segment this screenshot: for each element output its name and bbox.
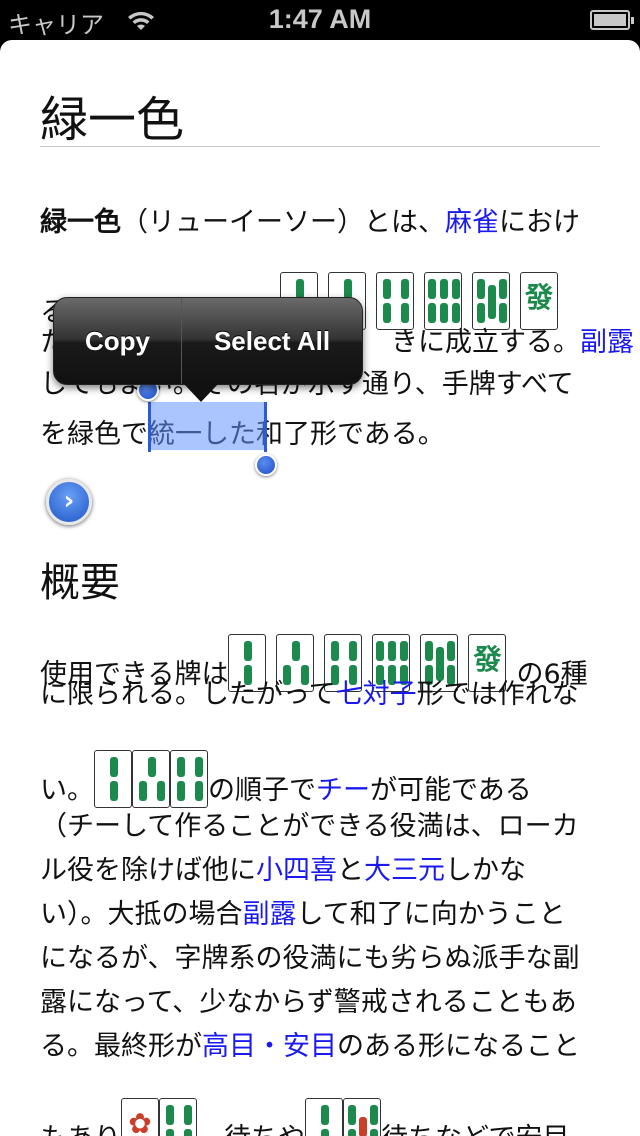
text-run: に限られる。したがって bbox=[40, 679, 336, 710]
edit-menu: Copy Select All bbox=[53, 297, 363, 385]
text-run: 露になって、少なからず警戒されることもあ bbox=[40, 987, 577, 1018]
article-link[interactable]: 副露 bbox=[243, 898, 297, 932]
text-selection bbox=[150, 402, 266, 450]
title-divider bbox=[40, 146, 600, 147]
mahjong-tile-2s bbox=[94, 750, 132, 808]
text-run: と bbox=[337, 855, 364, 886]
mahjong-tile-6s bbox=[424, 272, 463, 330]
text-run: のある形になること bbox=[337, 1031, 580, 1062]
mahjong-tile-2s bbox=[305, 1098, 343, 1136]
text-run: になるが、字牌系の役満にも劣らぬ派手な副 bbox=[40, 943, 580, 974]
article-link[interactable]: 副露 bbox=[580, 326, 634, 360]
paragraph-line: になるが、字牌系の役満にも劣らぬ派手な副 bbox=[40, 942, 579, 976]
text-run: （リューイーソー）とは、 bbox=[121, 207, 445, 238]
text-run: る。最終形が bbox=[40, 1031, 202, 1062]
paragraph-line: る。最終形が 高目・安目 のある形になること bbox=[40, 1030, 580, 1064]
paragraph-line: 露になって、少なからず警戒されることもあ bbox=[40, 986, 577, 1020]
selection-end-caret bbox=[264, 402, 267, 452]
text-run: しかな bbox=[445, 855, 526, 886]
text-run: の順子で bbox=[208, 775, 316, 806]
text-run: 緑一色 bbox=[40, 207, 121, 238]
paragraph-line: に限られる。したがって 七対子 形では作れな bbox=[40, 678, 579, 712]
text-run: 待ちなどで安目 bbox=[381, 1122, 569, 1136]
paragraph-line: 緑一色 （リューイーソー）とは、 麻雀 におけ bbox=[40, 206, 580, 240]
text-run: ル役を除けば他に bbox=[40, 855, 256, 886]
selection-end-handle[interactable] bbox=[255, 454, 277, 476]
article-link[interactable]: 小四喜 bbox=[256, 854, 337, 888]
text-run: して和了に向かうこと bbox=[296, 899, 566, 930]
copy-button[interactable]: Copy bbox=[54, 298, 181, 384]
section-heading: 概要 bbox=[40, 560, 120, 606]
mahjong-tile-3s bbox=[132, 750, 170, 808]
article-link[interactable]: 七対子 bbox=[336, 678, 417, 712]
text-run: におけ bbox=[499, 207, 580, 238]
mahjong-tile-1s: ✿ bbox=[121, 1098, 159, 1136]
mahjong-tile-4s bbox=[170, 750, 208, 808]
article-link[interactable]: チー bbox=[316, 774, 370, 808]
mahjong-tile-4s bbox=[159, 1098, 197, 1136]
article-page: 緑一色 緑一色（リューイーソー）とは、麻雀における役のひとつ。役満 發た きに成… bbox=[0, 40, 640, 1136]
paragraph-line: もあり✿ 、待ちや 待ちなどで安目 bbox=[40, 1098, 569, 1136]
text-run: もあり bbox=[40, 1122, 121, 1136]
selection-start-caret bbox=[148, 402, 151, 452]
paragraph-line: い。 の順子で チー が可能である bbox=[40, 750, 532, 808]
select-all-button[interactable]: Select All bbox=[182, 298, 362, 384]
edit-menu-arrow bbox=[184, 384, 218, 402]
mahjong-tile-hatsu: 發 bbox=[520, 272, 559, 330]
paragraph-line: （チーして作ることができる役満は、ローカ bbox=[40, 810, 579, 844]
clock: 1:47 AM bbox=[268, 4, 372, 34]
mahjong-tile-8s bbox=[472, 272, 511, 330]
battery-icon bbox=[590, 10, 634, 30]
text-run: 形では作れな bbox=[416, 679, 579, 710]
chevron-right-icon: › bbox=[63, 486, 75, 516]
text-run: が可能である bbox=[370, 775, 532, 806]
text-run: い）。大抵の場合 bbox=[40, 899, 243, 930]
page-title: 緑一色 bbox=[40, 92, 185, 148]
status-bar: キャリア 1:47 AM bbox=[0, 0, 640, 40]
text-run: い。 bbox=[40, 775, 94, 806]
text-run: （チーして作ることができる役満は、ローカ bbox=[40, 811, 579, 842]
text-run: 、待ちや bbox=[197, 1122, 305, 1136]
paragraph-line: ル役を除けば他に 小四喜と大三元 しかな bbox=[40, 854, 526, 888]
article-link[interactable]: 麻雀 bbox=[445, 206, 499, 240]
mahjong-tile-5s bbox=[343, 1098, 381, 1136]
paragraph-line: い）。大抵の場合 副露 して和了に向かうこと bbox=[40, 898, 566, 932]
article-link[interactable]: 大三元 bbox=[364, 854, 445, 888]
article-link[interactable]: 高目・安目 bbox=[202, 1030, 337, 1064]
mahjong-tile-4s bbox=[376, 272, 415, 330]
more-button[interactable]: › bbox=[46, 479, 92, 525]
